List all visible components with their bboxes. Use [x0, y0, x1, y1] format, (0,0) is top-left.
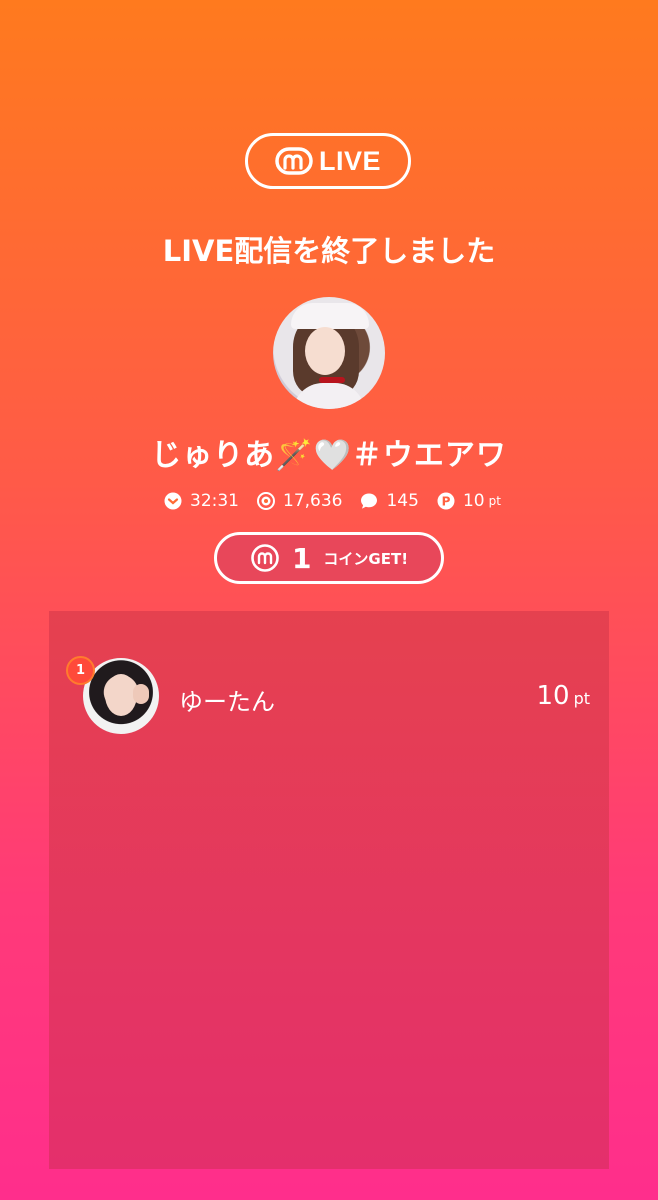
streamer-name: じゅりあ🪄🤍＃ウエアワ: [151, 438, 507, 473]
ranking-points: 10 pt: [536, 681, 590, 711]
duration-stat: 32:31: [164, 491, 239, 511]
mixchannel-live-logo: LIVE: [245, 133, 411, 189]
rank-badge: 1: [66, 656, 95, 685]
points-stat: P 10 pt: [437, 491, 501, 511]
ranking-points-value: 10: [536, 681, 570, 711]
chevron-down-icon: [164, 492, 182, 510]
m-logo-icon: [275, 147, 313, 175]
logo-text: LIVE: [318, 145, 381, 176]
coin-amount: 1: [291, 541, 312, 575]
coin-label: コインGET!: [323, 549, 409, 568]
duration-value: 32:31: [190, 491, 239, 511]
ranking-user-name: ゆーたん: [179, 688, 275, 716]
comments-stat: 145: [360, 491, 419, 511]
svg-text:P: P: [442, 494, 451, 508]
viewers-icon: [257, 492, 275, 510]
m-coin-icon: [251, 544, 279, 572]
ranking-panel: 1 ゆーたん 10 pt: [49, 611, 609, 1169]
points-value: 10: [462, 491, 485, 511]
points-unit: pt: [488, 494, 501, 508]
ranking-points-unit: pt: [573, 689, 590, 708]
streamer-avatar[interactable]: [273, 297, 385, 409]
comments-value: 145: [386, 491, 419, 511]
viewers-stat: 17,636: [257, 491, 342, 511]
comment-bubble-icon: [361, 493, 378, 509]
page-title: LIVE配信を終了しました: [162, 234, 496, 268]
p-badge-icon: P: [437, 492, 455, 510]
stream-stats: 32:31 17,636 145 P 10 pt: [164, 489, 519, 513]
coin-get-badge: 1 コインGET!: [214, 532, 444, 584]
viewers-value: 17,636: [283, 491, 343, 511]
ranking-row[interactable]: 1 ゆーたん 10 pt: [49, 611, 609, 781]
